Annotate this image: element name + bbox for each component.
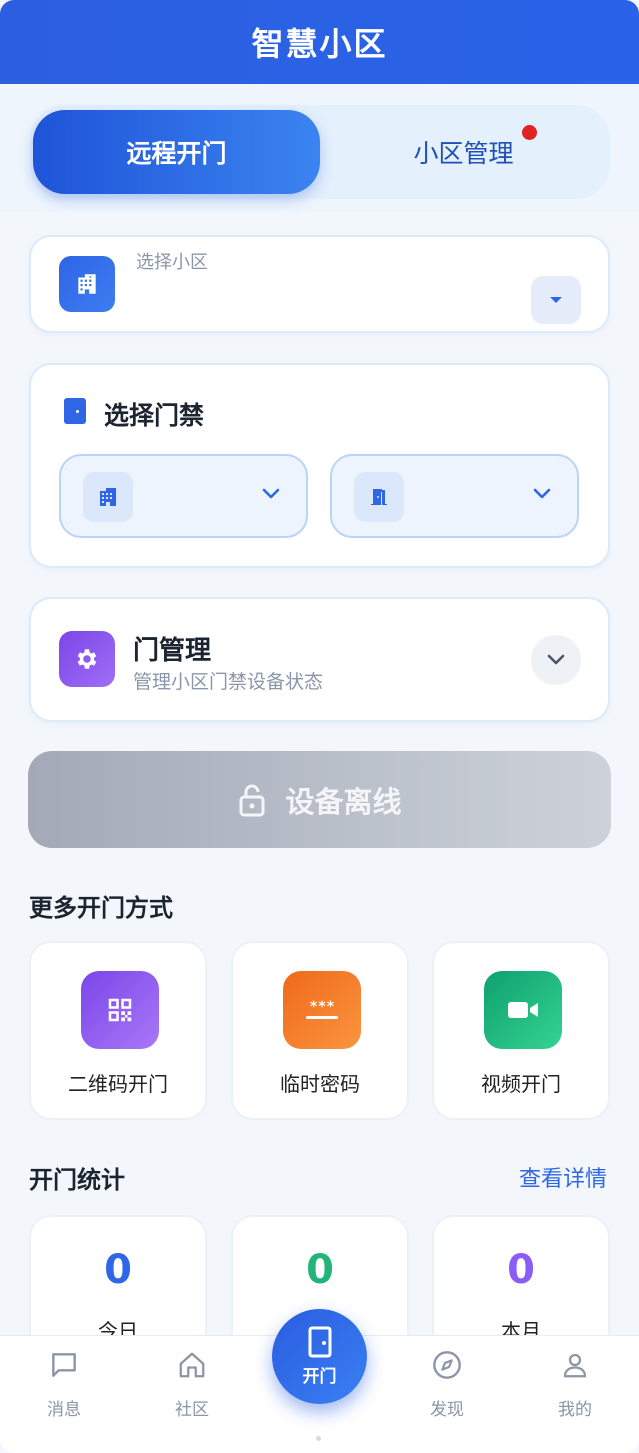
video-unlock-card[interactable]: 视频开门	[432, 941, 610, 1120]
unlock-button-label: 设备离线	[285, 784, 402, 819]
center-unlock-label: 开门	[302, 1367, 337, 1387]
community-select-card[interactable]	[29, 235, 610, 333]
tab-remote-unlock[interactable]: 远程开门	[33, 110, 320, 194]
nav-item-discover[interactable]: 发现	[407, 1345, 487, 1420]
door-management-subtitle: 管理小区门禁设备状态	[133, 671, 324, 693]
app-header: 智慧小区	[0, 0, 639, 84]
temp-password-label: 临时密码	[280, 1072, 360, 1096]
door-management-card[interactable]	[29, 597, 610, 722]
more-methods-title: 更多开门方式	[29, 894, 173, 922]
nav-item-messages[interactable]: 消息	[24, 1345, 104, 1420]
page-title: 智慧小区	[251, 25, 388, 63]
nav-item-community[interactable]: 社区	[152, 1345, 232, 1420]
page-indicator-dot	[316, 1436, 321, 1441]
door-select[interactable]	[330, 454, 579, 538]
nav-label-community: 社区	[175, 1400, 209, 1420]
view-details-link[interactable]: 查看详情	[519, 1161, 607, 1193]
stat-today-value: 0	[104, 1247, 132, 1293]
door-open-icon	[354, 472, 404, 522]
notification-badge	[522, 125, 537, 140]
svg-text:***: ***	[309, 999, 334, 1015]
chevron-down-icon	[547, 654, 565, 665]
nav-item-profile[interactable]: 我的	[535, 1345, 615, 1420]
stats-title: 开门统计	[29, 1166, 125, 1194]
unlock-button[interactable]: 设备离线	[28, 751, 611, 848]
community-dropdown-button[interactable]	[531, 276, 581, 324]
community-select-label: 选择小区	[136, 252, 208, 273]
nav-label-discover: 发现	[430, 1400, 464, 1420]
door-management-title: 门管理	[133, 636, 212, 666]
building-select[interactable]	[59, 454, 308, 538]
compass-icon	[407, 1345, 487, 1385]
temp-password-card[interactable]: *** 临时密码	[231, 941, 409, 1120]
gear-icon	[59, 631, 115, 687]
nav-label-profile: 我的	[558, 1400, 592, 1420]
caret-down-icon	[550, 297, 562, 303]
chevron-down-icon	[533, 488, 551, 499]
message-icon	[24, 1345, 104, 1385]
video-icon	[484, 971, 562, 1049]
expand-toggle-button[interactable]	[531, 635, 581, 685]
center-unlock-button[interactable]: 开门	[272, 1309, 367, 1404]
nav-label-messages: 消息	[47, 1400, 81, 1420]
door-icon	[64, 398, 86, 424]
tab-community-management[interactable]: 小区管理	[320, 110, 607, 194]
stat-week-value: 0	[306, 1247, 334, 1293]
building-icon	[59, 256, 115, 312]
door-select-title: 选择门禁	[104, 401, 205, 430]
user-icon	[535, 1345, 615, 1385]
qrcode-unlock-label: 二维码开门	[68, 1072, 168, 1096]
home-icon	[152, 1345, 232, 1385]
app-frame: 智慧小区 远程开门 小区管理 选择小区 选择门禁 门管理 管理小区门禁设备状态	[0, 0, 639, 1453]
qrcode-unlock-card[interactable]: 二维码开门	[29, 941, 207, 1120]
qrcode-icon	[81, 971, 159, 1049]
building-icon	[83, 472, 133, 522]
lock-icon	[239, 784, 265, 816]
stat-month-value: 0	[507, 1247, 535, 1293]
video-unlock-label: 视频开门	[481, 1072, 561, 1096]
door-icon	[308, 1326, 331, 1358]
chevron-down-icon	[262, 488, 280, 499]
password-icon: ***	[283, 971, 361, 1049]
